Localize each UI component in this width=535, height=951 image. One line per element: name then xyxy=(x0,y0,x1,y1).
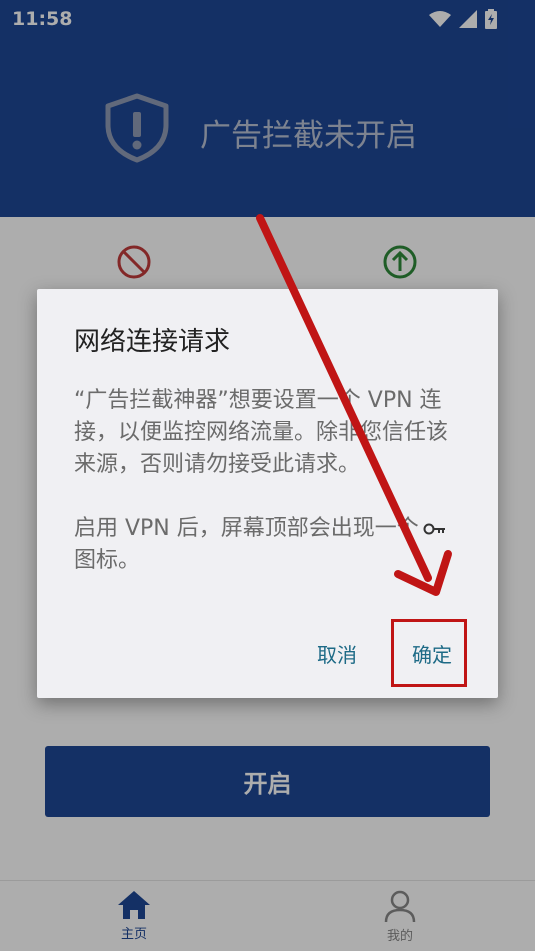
dialog-note-suffix: 图标。 xyxy=(74,548,141,573)
annotation-highlight-box xyxy=(391,619,467,687)
dialog-message: “广告拦截神器”想要设置一个 VPN 连接，以便监控网络流量。除非您信任该来源，… xyxy=(74,388,449,477)
key-icon xyxy=(423,523,445,535)
dialog-note-prefix: 启用 VPN 后，屏幕顶部会出现一个 xyxy=(74,516,419,541)
cancel-button[interactable]: 取消 xyxy=(317,639,357,668)
dialog-body: “广告拦截神器”想要设置一个 VPN 连接，以便监控网络流量。除非您信任该来源，… xyxy=(74,385,464,577)
dialog-note: 启用 VPN 后，屏幕顶部会出现一个 图标。 xyxy=(74,513,464,577)
dialog-title: 网络连接请求 xyxy=(74,327,231,357)
